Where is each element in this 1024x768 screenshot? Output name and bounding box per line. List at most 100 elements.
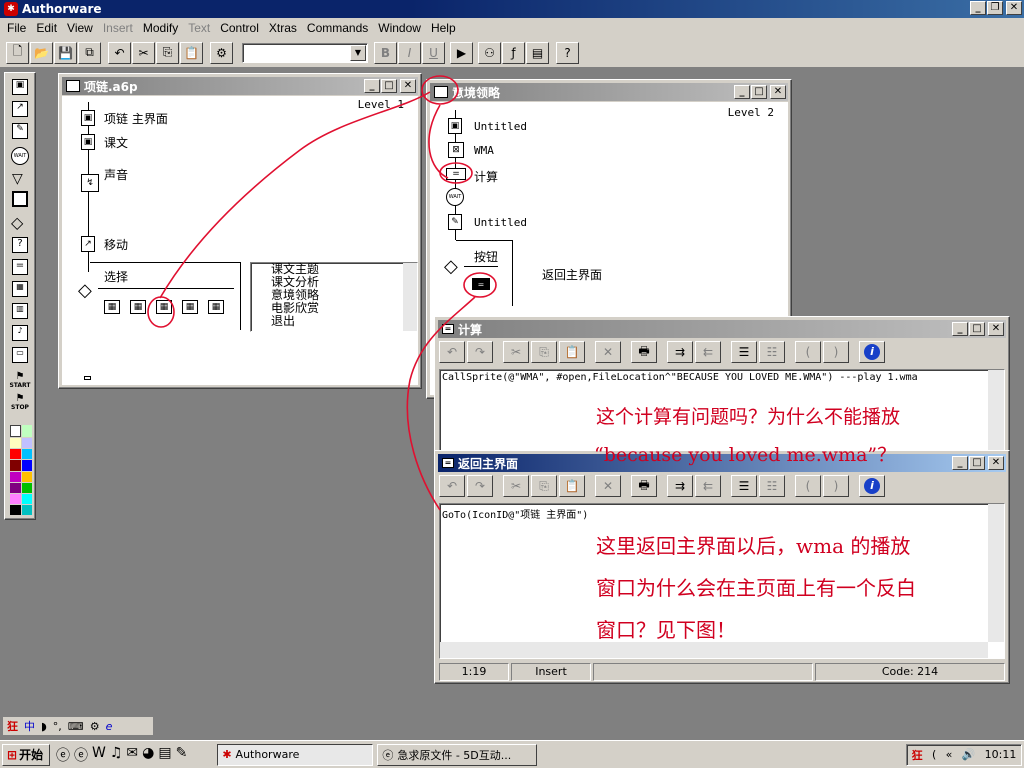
video-icon[interactable]: ▭ — [12, 347, 28, 363]
interaction-icon[interactable]: ◇ — [78, 280, 92, 301]
copy-icon[interactable]: ⎘ — [531, 341, 557, 363]
copy-icon[interactable]: ⎘ — [531, 475, 557, 497]
vertical-scrollbar[interactable] — [988, 504, 1004, 642]
outdent-icon[interactable]: ⇇ — [695, 475, 721, 497]
italic-button[interactable]: I — [398, 41, 421, 64]
import-icon[interactable]: ⧉ — [78, 41, 101, 64]
clear-icon[interactable]: ✕ — [595, 341, 621, 363]
minimize-button[interactable]: _ — [364, 79, 380, 93]
display-icon[interactable]: ▣ — [81, 110, 95, 126]
erase-icon[interactable]: ✎ — [448, 214, 462, 230]
close-button[interactable]: ✕ — [770, 85, 786, 99]
motion-icon[interactable]: ↗ — [81, 236, 95, 252]
close-button[interactable]: ✕ — [1006, 1, 1022, 15]
calculation-icon[interactable]: = — [12, 259, 28, 275]
maximize-button[interactable]: □ — [751, 85, 767, 99]
restore-button[interactable]: ❐ — [987, 1, 1003, 15]
uncomment-icon[interactable]: ☷ — [759, 475, 785, 497]
qq-icon[interactable]: ◕ — [142, 745, 154, 765]
ime-logo-icon[interactable]: 狂 — [7, 718, 18, 734]
menu-commands[interactable]: Commands — [302, 19, 373, 37]
scrollbar[interactable] — [988, 370, 1004, 450]
decision-icon[interactable]: ◇ — [11, 213, 23, 232]
save-all-icon[interactable]: 💾 — [54, 41, 77, 64]
branch-list[interactable]: 课文主题 课文分析 意境领略 电影欣赏 退出 — [250, 262, 418, 332]
outdent-icon[interactable]: ⇇ — [695, 341, 721, 363]
paste-icon[interactable]: 📋 — [180, 41, 203, 64]
clear-icon[interactable]: ✕ — [595, 475, 621, 497]
paste-icon[interactable]: 📋 — [559, 341, 585, 363]
erase-icon[interactable]: ✎ — [12, 123, 28, 139]
close-paren-icon[interactable]: ) — [823, 475, 849, 497]
menu-window[interactable]: Window — [373, 19, 426, 37]
minimize-button[interactable]: _ — [952, 322, 968, 336]
indent-icon[interactable]: ⇉ — [667, 475, 693, 497]
close-button[interactable]: ✕ — [988, 322, 1004, 336]
task-browser[interactable]: ⓔ 急求原文件 - 5D互动... — [377, 743, 538, 766]
display-icon[interactable]: ▣ — [12, 79, 28, 95]
display-icon[interactable]: ▣ — [448, 118, 462, 134]
chevron-down-icon[interactable]: ▼ — [350, 44, 366, 61]
underline-button[interactable]: U — [422, 41, 445, 64]
menu-insert[interactable]: Insert — [98, 19, 138, 37]
framework-icon[interactable] — [12, 191, 28, 207]
maximize-button[interactable]: □ — [381, 79, 397, 93]
ime-tray-icon[interactable]: 狂 — [912, 747, 923, 763]
new-file-icon[interactable]: 🗋 — [6, 41, 29, 64]
start-flag[interactable]: ⚑ START — [7, 371, 33, 389]
menu-view[interactable]: View — [62, 19, 98, 37]
folder-icon[interactable]: ▤ — [158, 745, 171, 765]
cut-icon[interactable]: ✂ — [503, 475, 529, 497]
maximize-button[interactable]: □ — [969, 322, 985, 336]
tray-bracket-icon[interactable]: ( — [932, 748, 936, 761]
goto-editor[interactable]: GoTo(IconID@"项链 主界面") 这里返回主界面以后，wma 的播放 … — [439, 503, 1005, 659]
minimize-button[interactable]: _ — [970, 1, 986, 15]
close-paren-icon[interactable]: ) — [823, 341, 849, 363]
ime-e-icon[interactable]: e — [106, 720, 113, 733]
start-button[interactable]: ⊞ 开始 — [2, 743, 50, 766]
cut-icon[interactable]: ✂ — [503, 341, 529, 363]
redo-icon[interactable]: ↷ — [467, 341, 493, 363]
wait-icon[interactable]: WAIT — [446, 188, 464, 206]
print-icon[interactable]: 🖶 — [631, 341, 657, 363]
list-item[interactable]: 退出 — [271, 315, 417, 328]
open-paren-icon[interactable]: ( — [795, 341, 821, 363]
info-icon[interactable]: i — [859, 475, 885, 497]
ime-toolbar[interactable]: 狂 中 ◗ °, ⌨ ⚙ e — [2, 716, 154, 736]
info-icon[interactable]: i — [859, 341, 885, 363]
open-file-icon[interactable]: 📂 — [30, 41, 53, 64]
map-icon[interactable]: ▦ — [208, 300, 224, 314]
calc-editor[interactable]: CallSprite(@"WMA", #open,FileLocation^"B… — [439, 369, 1005, 451]
menu-xtras[interactable]: Xtras — [264, 19, 302, 37]
map-icon[interactable]: ▦ — [156, 300, 172, 314]
interaction-icon[interactable]: ◇ — [444, 256, 458, 277]
maximize-button[interactable]: □ — [969, 456, 985, 470]
ie-icon[interactable]: ⓔ — [56, 745, 70, 765]
ime-halfwidth-icon[interactable]: ◗ — [41, 720, 47, 733]
map-icon[interactable]: ▦ — [12, 281, 28, 297]
ime-punctuation-icon[interactable]: °, — [53, 720, 62, 733]
minimize-button[interactable]: _ — [952, 456, 968, 470]
undo-icon[interactable]: ↶ — [439, 341, 465, 363]
volume-icon[interactable]: 🔊 — [962, 748, 976, 761]
map-icon[interactable]: ↯ — [81, 174, 99, 192]
calculation-icon[interactable]: = — [446, 168, 466, 180]
undo-icon[interactable]: ↶ — [108, 41, 131, 64]
ie-icon[interactable]: ⓔ — [74, 745, 88, 765]
wait-icon[interactable]: WAIT — [11, 147, 29, 165]
calculation-icon[interactable]: = — [472, 278, 490, 290]
media-icon[interactable]: ♫ — [110, 745, 123, 765]
color-swatches[interactable] — [10, 425, 32, 515]
outlook-icon[interactable]: ✉ — [126, 745, 138, 765]
pencil-icon[interactable]: ✎ — [176, 745, 188, 765]
minimize-button[interactable]: _ — [734, 85, 750, 99]
menu-modify[interactable]: Modify — [138, 19, 183, 37]
comment-icon[interactable]: ☰ — [731, 475, 757, 497]
close-button[interactable]: ✕ — [988, 456, 1004, 470]
interaction-icon[interactable]: ? — [12, 237, 28, 253]
redo-icon[interactable]: ↷ — [467, 475, 493, 497]
menu-control[interactable]: Control — [215, 19, 264, 37]
horizontal-scrollbar[interactable] — [440, 642, 988, 658]
scrollbar[interactable] — [403, 263, 417, 331]
xtra-icon[interactable]: ⊠ — [448, 142, 464, 158]
